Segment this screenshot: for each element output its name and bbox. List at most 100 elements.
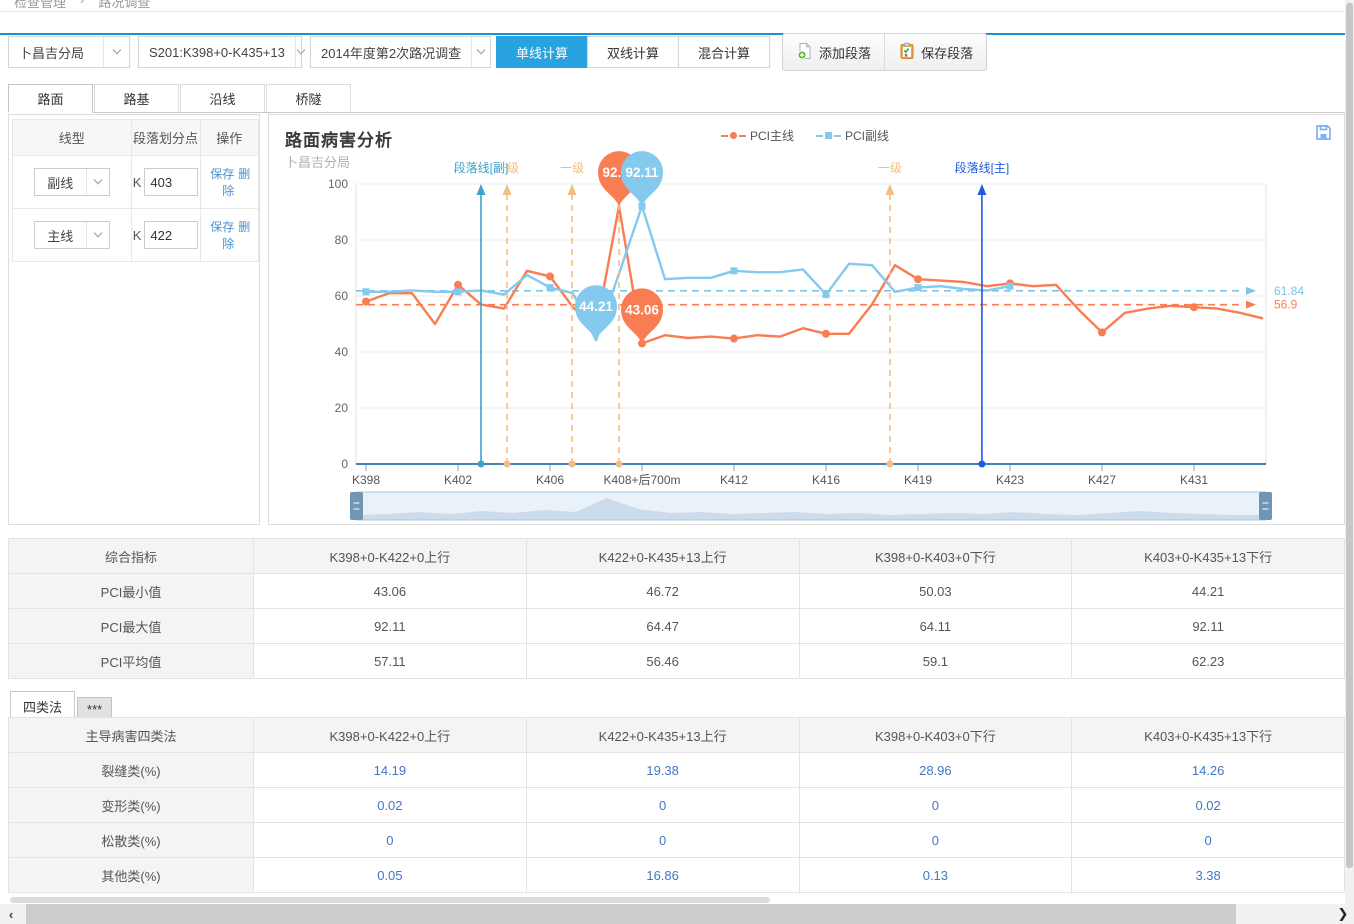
x-axis-tick-label: K423 bbox=[996, 473, 1024, 487]
select-value: S201:K398+0-K435+13 bbox=[139, 37, 295, 67]
save-link[interactable]: 保存 bbox=[210, 220, 234, 234]
tab-桥隧[interactable]: 桥隧 bbox=[266, 84, 351, 112]
vertical-scrollbar-thumb[interactable] bbox=[1346, 3, 1353, 868]
chevron-down-icon bbox=[295, 37, 306, 67]
value-cell: 0.02 bbox=[1072, 788, 1345, 823]
data-point[interactable] bbox=[363, 288, 370, 295]
value-cell: 0.13 bbox=[799, 858, 1072, 893]
scroll-right-arrow-icon[interactable]: ❯ bbox=[1332, 904, 1354, 924]
top-divider bbox=[0, 11, 1354, 12]
toolbar-selects: 卜昌吉分局 S201:K398+0-K435+13 2014年度第2次路况调查 bbox=[8, 36, 499, 68]
table-horizontal-scrollbar-thumb[interactable] bbox=[10, 897, 770, 903]
action-button-0[interactable]: 添加段落 bbox=[783, 34, 884, 70]
calc-button-2[interactable]: 混合计算 bbox=[678, 36, 770, 68]
data-point[interactable] bbox=[454, 281, 462, 289]
data-point[interactable] bbox=[547, 284, 554, 291]
legend-item-PCI副线[interactable]: PCI副线 bbox=[816, 127, 889, 144]
table-header-cell: K403+0-K435+13下行 bbox=[1072, 718, 1345, 753]
data-point[interactable] bbox=[822, 330, 830, 338]
data-point[interactable] bbox=[1007, 283, 1014, 290]
x-axis-tick-label: K416 bbox=[812, 473, 840, 487]
line-type-select[interactable]: 主线 bbox=[34, 221, 110, 249]
segment-divide-panel: 线型段落划分点操作副线K保存删除主线K保存删除 bbox=[8, 114, 260, 525]
breadcrumb-separator: › bbox=[80, 0, 84, 10]
breadcrumb-item[interactable]: 检查管理 bbox=[14, 0, 66, 10]
tab-沿线[interactable]: 沿线 bbox=[180, 84, 265, 112]
action-button-label: 保存段落 bbox=[921, 43, 973, 62]
table-header-cell: 主导病害四类法 bbox=[9, 718, 254, 753]
value-cell: 0 bbox=[799, 788, 1072, 823]
horizontal-scrollbar-thumb[interactable] bbox=[26, 904, 1236, 924]
segment-table-header: 段落划分点 bbox=[131, 120, 200, 156]
legend-item-PCI主线[interactable]: PCI主线 bbox=[721, 127, 794, 144]
balloon-value-label: 43.06 bbox=[625, 302, 659, 317]
nav-active-underline bbox=[0, 33, 1354, 35]
calc-button-0[interactable]: 单线计算 bbox=[496, 36, 588, 68]
summary-indicator-table: 综合指标K398+0-K422+0上行K422+0-K435+13上行K398+… bbox=[8, 538, 1345, 679]
calc-button-1[interactable]: 双线计算 bbox=[587, 36, 679, 68]
km-prefix-label: K bbox=[133, 228, 142, 243]
save-as-image-icon[interactable] bbox=[1315, 124, 1332, 144]
marker-arrow-icon bbox=[568, 184, 577, 195]
vertical-scrollbar[interactable] bbox=[1345, 0, 1354, 904]
calc-button-group: 单线计算双线计算混合计算 bbox=[497, 36, 770, 68]
breadcrumb-item[interactable]: 路况调查 bbox=[98, 0, 150, 10]
legend-label: PCI主线 bbox=[750, 127, 794, 144]
data-point[interactable] bbox=[914, 275, 922, 283]
value-cell: 3.38 bbox=[1072, 858, 1345, 893]
row-label-cell: 松散类(%) bbox=[9, 823, 254, 858]
data-point[interactable] bbox=[1098, 328, 1106, 336]
value-cell: 0.02 bbox=[254, 788, 527, 823]
breadcrumb: 检查管理 › 路况调查 bbox=[0, 0, 1354, 10]
table-row: PCI最大值92.1164.4764.1192.11 bbox=[9, 609, 1345, 644]
data-point[interactable] bbox=[915, 284, 922, 291]
chevron-down-icon bbox=[86, 169, 109, 195]
divide-point-cell: K bbox=[131, 156, 200, 209]
legend-circle-marker-icon bbox=[721, 132, 746, 139]
table-row: 裂缝类(%)14.1919.3828.9614.26 bbox=[9, 753, 1345, 788]
value-cell: 0 bbox=[526, 823, 799, 858]
data-point[interactable] bbox=[730, 335, 738, 343]
marker-label-一级: 一级 bbox=[495, 161, 519, 175]
y-axis-tick-label: 100 bbox=[328, 177, 348, 191]
marker-label-一级: 一级 bbox=[560, 161, 584, 175]
line-type-select[interactable]: 副线 bbox=[34, 168, 110, 196]
y-axis-tick-label: 20 bbox=[335, 401, 349, 415]
value-cell: 56.46 bbox=[526, 644, 799, 679]
toolbar-select-1[interactable]: S201:K398+0-K435+13 bbox=[138, 36, 302, 68]
table-header-row: 综合指标K398+0-K422+0上行K422+0-K435+13上行K398+… bbox=[9, 539, 1345, 574]
toolbar-select-0[interactable]: 卜昌吉分局 bbox=[8, 36, 130, 68]
horizontal-scrollbar[interactable]: ‹ ❯ bbox=[0, 904, 1354, 924]
segment-table-header-row: 线型段落划分点操作 bbox=[13, 120, 259, 156]
datazoom-right-handle[interactable] bbox=[1259, 492, 1272, 520]
action-button-1[interactable]: 保存段落 bbox=[884, 34, 986, 70]
table-header-cell: K398+0-K422+0上行 bbox=[254, 718, 527, 753]
marker-axis-dot bbox=[978, 461, 985, 468]
datazoom-left-handle[interactable] bbox=[350, 492, 363, 520]
segment-table-row: 副线K保存删除 bbox=[13, 156, 259, 209]
divide-point-input[interactable] bbox=[144, 221, 198, 249]
data-point[interactable] bbox=[731, 267, 738, 274]
scroll-left-arrow-icon[interactable]: ‹ bbox=[0, 904, 22, 924]
divide-point-cell: K bbox=[131, 209, 200, 262]
tab-路面[interactable]: 路面 bbox=[8, 84, 93, 113]
line-type-cell: 主线 bbox=[13, 209, 132, 262]
value-cell: 28.96 bbox=[799, 753, 1072, 788]
data-point[interactable] bbox=[823, 291, 830, 298]
marker-arrow-icon bbox=[977, 184, 986, 195]
data-point[interactable] bbox=[1190, 303, 1198, 311]
save-link[interactable]: 保存 bbox=[210, 167, 234, 181]
chevron-down-icon bbox=[86, 222, 109, 248]
data-point[interactable] bbox=[546, 272, 554, 280]
table-header-row: 主导病害四类法K398+0-K422+0上行K422+0-K435+13上行K3… bbox=[9, 718, 1345, 753]
row-label-cell: PCI最大值 bbox=[9, 609, 254, 644]
save-paragraph-icon bbox=[898, 42, 916, 63]
data-point[interactable] bbox=[455, 288, 462, 295]
data-point[interactable] bbox=[362, 298, 370, 306]
marker-axis-dot bbox=[478, 461, 485, 468]
series-line-PCI主线 bbox=[366, 206, 1263, 343]
toolbar-select-2[interactable]: 2014年度第2次路况调查 bbox=[310, 36, 491, 68]
plot-border bbox=[356, 184, 1266, 464]
divide-point-input[interactable] bbox=[144, 168, 198, 196]
tab-路基[interactable]: 路基 bbox=[94, 84, 179, 112]
